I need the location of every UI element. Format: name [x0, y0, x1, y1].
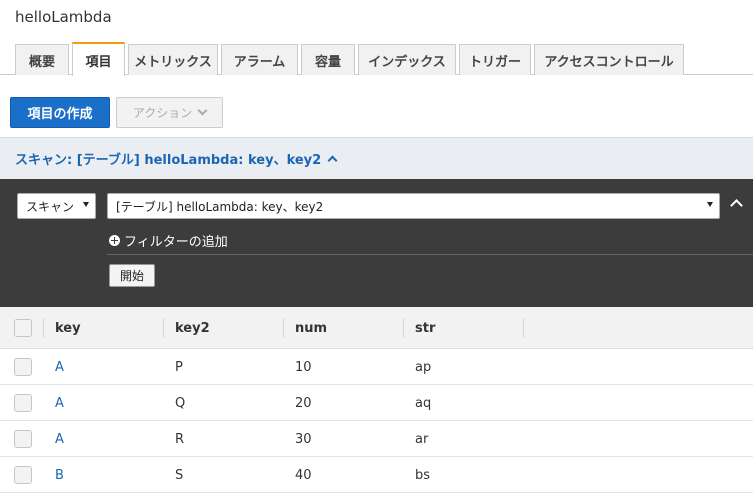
tab-capacity[interactable]: 容量 — [301, 44, 355, 75]
cell-str: bs — [415, 467, 431, 483]
scan-target-select[interactable]: [テーブル] helloLambda: key、key2 — [107, 193, 720, 219]
cell-num: 20 — [295, 395, 312, 411]
scan-header-label: スキャン: [テーブル] helloLambda: key、key2 — [15, 153, 322, 168]
tab-bar: 概要 項目 メトリックス アラーム 容量 インデックス トリガー アクセスコント… — [0, 42, 753, 76]
create-item-button[interactable]: 項目の作成 — [10, 97, 110, 128]
tab-access-control[interactable]: アクセスコントロール — [534, 44, 684, 75]
table-header: key key2 num str — [0, 307, 753, 349]
plus-circle-icon — [109, 235, 120, 246]
column-separator — [163, 318, 164, 338]
items-table: key key2 num str A P 10 ap A Q 20 aq A R… — [0, 307, 753, 493]
row-checkbox[interactable] — [14, 466, 32, 484]
row-checkbox[interactable] — [14, 430, 32, 448]
cell-num: 40 — [295, 467, 312, 483]
table-row[interactable]: A R 30 ar — [0, 421, 753, 457]
scan-mode-value: スキャン — [26, 199, 75, 214]
start-label: 開始 — [119, 269, 144, 283]
table-row[interactable]: A Q 20 aq — [0, 385, 753, 421]
tab-indexes[interactable]: インデックス — [358, 44, 456, 75]
actions-dropdown-button[interactable]: アクション — [116, 97, 223, 128]
tab-metrics[interactable]: メトリックス — [128, 44, 218, 75]
cell-key-link[interactable]: B — [55, 457, 64, 493]
tab-items[interactable]: 項目 — [72, 42, 125, 76]
dropdown-arrow-icon — [707, 202, 713, 207]
column-separator — [283, 318, 284, 338]
page-title: helloLambda — [15, 8, 112, 26]
column-header-str[interactable]: str — [415, 307, 435, 349]
chevron-down-icon — [197, 105, 208, 116]
cell-key-link[interactable]: A — [55, 385, 64, 421]
column-separator — [43, 318, 44, 338]
tab-alarms[interactable]: アラーム — [221, 44, 298, 75]
tab-triggers[interactable]: トリガー — [459, 44, 531, 75]
dropdown-arrow-icon — [83, 202, 89, 207]
scan-section-header[interactable]: スキャン: [テーブル] helloLambda: key、key2 — [0, 137, 753, 179]
column-separator — [403, 318, 404, 338]
tab-overview[interactable]: 概要 — [15, 44, 69, 75]
table-row[interactable]: A P 10 ap — [0, 349, 753, 385]
column-header-key[interactable]: key — [55, 307, 81, 349]
cell-str: ar — [415, 431, 429, 447]
column-separator — [523, 318, 524, 338]
chevron-up-icon — [327, 155, 338, 166]
column-header-key2[interactable]: key2 — [175, 307, 210, 349]
add-filter-link[interactable]: フィルターの追加 — [109, 231, 228, 250]
cell-key2: S — [175, 467, 184, 483]
scan-panel: スキャン [テーブル] helloLambda: key、key2 フィルターの… — [0, 179, 753, 307]
cell-key-link[interactable]: A — [55, 421, 64, 457]
cell-str: aq — [415, 395, 432, 411]
cell-num: 30 — [295, 431, 312, 447]
row-checkbox[interactable] — [14, 394, 32, 412]
cell-key-link[interactable]: A — [55, 349, 64, 385]
start-button[interactable]: 開始 — [109, 264, 155, 287]
actions-label: アクション — [132, 106, 193, 120]
divider — [107, 254, 753, 255]
row-checkbox[interactable] — [14, 358, 32, 376]
scan-mode-select[interactable]: スキャン — [17, 193, 96, 219]
cell-str: ap — [415, 359, 432, 375]
cell-key2: P — [175, 359, 183, 375]
add-filter-label: フィルターの追加 — [124, 235, 228, 250]
cell-key2: R — [175, 431, 185, 447]
column-header-num[interactable]: num — [295, 307, 327, 349]
create-item-label: 項目の作成 — [27, 107, 93, 122]
select-all-checkbox[interactable] — [14, 319, 32, 337]
cell-key2: Q — [175, 395, 186, 411]
cell-num: 10 — [295, 359, 312, 375]
collapse-panel-icon[interactable] — [730, 199, 743, 212]
scan-target-value: [テーブル] helloLambda: key、key2 — [116, 199, 324, 214]
table-row[interactable]: B S 40 bs — [0, 457, 753, 493]
